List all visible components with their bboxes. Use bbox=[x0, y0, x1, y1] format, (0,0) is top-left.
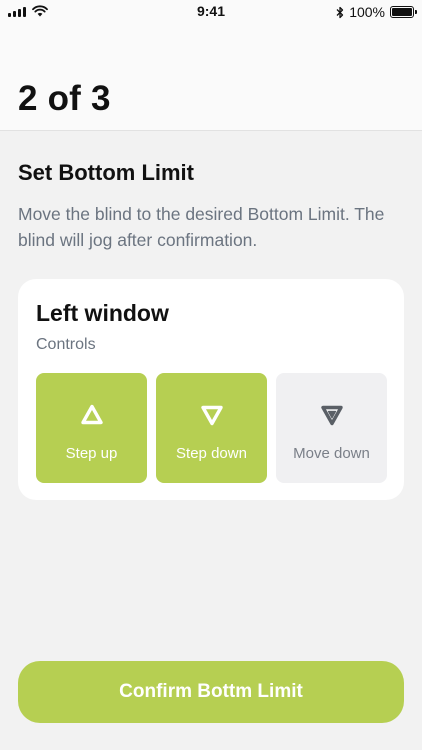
triangle-up-icon bbox=[80, 404, 103, 425]
battery-percent: 100% bbox=[349, 4, 385, 20]
triangle-down-filled-icon bbox=[320, 405, 343, 426]
status-right: 100% bbox=[336, 4, 417, 20]
step-down-button[interactable]: Step down bbox=[156, 373, 267, 483]
header: 2 of 3 bbox=[0, 24, 422, 131]
card-title: Left window bbox=[36, 300, 169, 326]
bluetooth-icon bbox=[336, 6, 344, 18]
battery-icon bbox=[390, 6, 417, 18]
confirm-button[interactable]: Confirm Bottm Limit bbox=[18, 661, 404, 723]
controls-row: Step up Step down Move down bbox=[36, 373, 387, 483]
step-down-label: Step down bbox=[176, 445, 247, 462]
instructions-text: Move the blind to the desired Bottom Lim… bbox=[18, 204, 385, 250]
step-counter: 2 of 3 bbox=[18, 79, 111, 118]
triangle-down-icon bbox=[200, 405, 223, 426]
step-up-button[interactable]: Step up bbox=[36, 373, 147, 483]
screen: 9:41 100% 2 of 3 Set Bottom Limit Move t… bbox=[0, 0, 422, 750]
move-down-label: Move down bbox=[293, 445, 370, 462]
step-up-label: Step up bbox=[65, 445, 118, 462]
status-bar: 9:41 100% bbox=[0, 0, 422, 24]
move-down-button[interactable]: Move down bbox=[276, 373, 387, 483]
card-subtitle: Controls bbox=[36, 336, 96, 353]
window-card: Left window Controls Step up Step down M… bbox=[18, 279, 404, 500]
section-title: Set Bottom Limit bbox=[18, 160, 194, 185]
